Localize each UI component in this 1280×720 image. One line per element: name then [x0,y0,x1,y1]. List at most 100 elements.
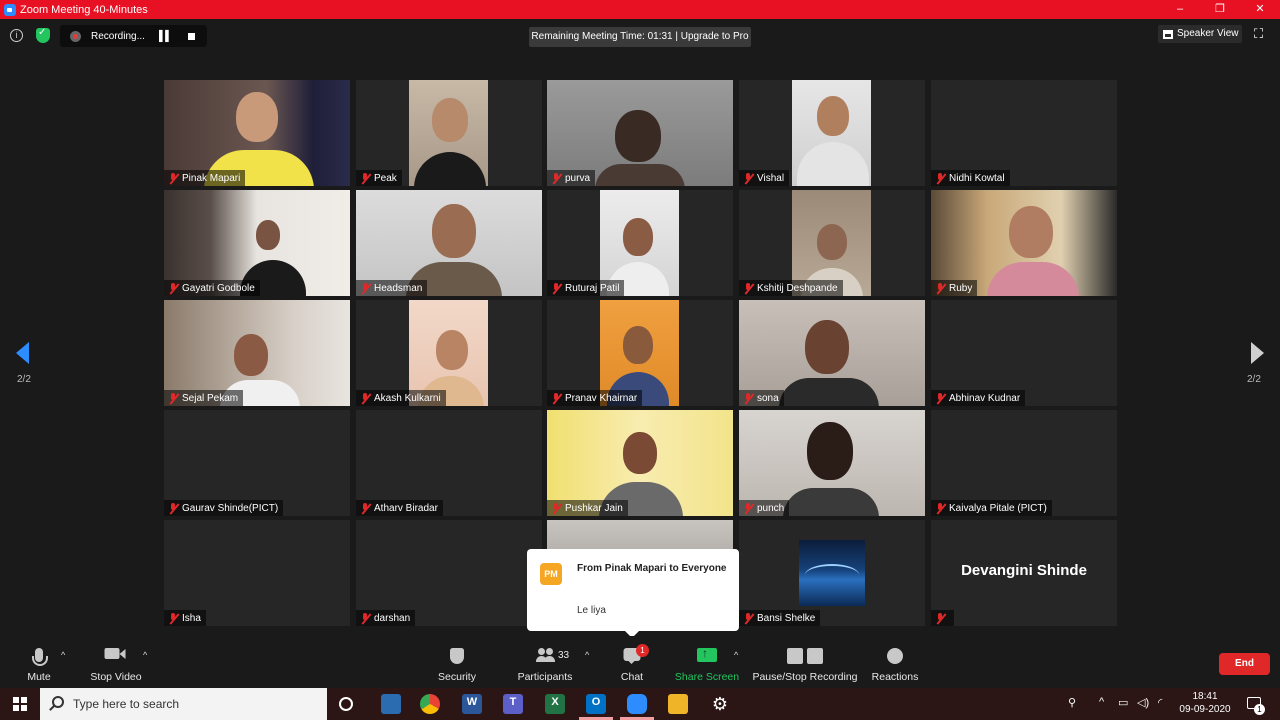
zoom-taskbar-icon[interactable] [627,694,647,714]
battery-icon[interactable]: ▭ [1118,696,1128,709]
previous-page-arrow-icon[interactable] [16,342,29,364]
taskbar-search-input[interactable]: Type here to search [40,688,327,720]
participant-name-tag: Akash Kulkarni [356,390,446,406]
participant-tile[interactable]: Headsman [356,190,542,296]
participant-tile[interactable]: Kaivalya Pitale (PICT) [931,410,1117,516]
minimize-button[interactable]: – [1160,0,1200,19]
tray-chevron-icon[interactable]: ^ [1099,696,1104,708]
stop-recording-button[interactable] [188,32,196,40]
participant-tile[interactable]: Ruturaj Patil [547,190,733,296]
participant-name-tag: sona [739,390,784,406]
security-button[interactable]: Security [432,636,482,688]
participant-tile[interactable]: Ruby [931,190,1117,296]
participant-tile[interactable]: Gayatri Godbole [164,190,350,296]
participant-tile[interactable]: Pinak Mapari [164,80,350,186]
folder-icon[interactable] [668,694,688,714]
participants-icon [536,648,556,662]
meeting-topbar: i Recording... ▌▌ Remaining Meeting Time… [0,19,1280,53]
participant-tile[interactable]: sona [739,300,925,406]
people-icon[interactable]: ⚲ [1068,696,1076,709]
share-screen-button[interactable]: Share Screen [674,636,740,688]
encryption-shield-icon[interactable] [36,27,50,43]
next-page-arrow-icon[interactable] [1251,342,1264,364]
participants-options-chevron-icon[interactable]: ^ [585,650,589,660]
mic-muted-icon [935,502,946,514]
windows-start-icon[interactable] [13,697,27,711]
mic-muted-icon [935,282,946,294]
participant-tile[interactable]: Pranav Khairnar [547,300,733,406]
video-options-chevron-icon[interactable]: ^ [143,650,147,660]
participant-tile[interactable]: darshan [356,520,542,626]
participant-name-tag: Bansi Shelke [739,610,821,626]
participant-tile[interactable]: Atharv Biradar [356,410,542,516]
teams-icon[interactable]: T [503,694,523,714]
outlook-icon[interactable]: O [586,694,606,714]
settings-gear-icon[interactable]: ⚙ [710,694,730,714]
participant-tile[interactable]: Peak [356,80,542,186]
microphone-icon [32,648,48,666]
pause-stop-recording-button[interactable]: Pause/Stop Recording [752,636,858,688]
participant-tile[interactable]: punch [739,410,925,516]
participants-button[interactable]: 33 Participants [514,636,576,688]
stop-video-button[interactable]: Stop Video [84,636,148,688]
mic-muted-icon [168,392,179,404]
participant-tile[interactable]: Vishal [739,80,925,186]
windows-taskbar: Type here to search W T X O ⚙ ⚲ ^ ▭ ◁) ◜… [0,688,1280,720]
cortana-icon[interactable] [339,697,353,711]
mute-button[interactable]: Mute [18,636,60,688]
mic-muted-icon [551,392,562,404]
recording-indicator: Recording... ▌▌ [60,25,207,47]
recording-label: Recording... [91,30,145,42]
window-titlebar: Zoom Meeting 40-Minutes – ❐ ✕ [0,0,1280,19]
speaker-view-button[interactable]: Speaker View [1158,25,1242,43]
participant-name-tag: Kaivalya Pitale (PICT) [931,500,1052,516]
close-button[interactable]: ✕ [1240,0,1280,19]
end-meeting-button[interactable]: End [1219,653,1270,675]
audio-options-chevron-icon[interactable]: ^ [61,650,65,660]
volume-icon[interactable]: ◁) [1137,696,1149,709]
file-explorer-pen-icon[interactable] [381,694,401,714]
share-options-chevron-icon[interactable]: ^ [734,650,738,660]
participant-name-tag: Peak [356,170,402,186]
taskbar-clock[interactable]: 18:41 09-09-2020 [1178,690,1232,716]
clock-date: 09-09-2020 [1179,704,1231,715]
mic-muted-icon [743,282,754,294]
participant-tile[interactable]: Nidhi Kowtal [931,80,1117,186]
speaker-view-label: Speaker View [1177,28,1239,39]
recording-dot-icon [70,30,81,42]
participant-name-tag: Pushkar Jain [547,500,628,516]
excel-icon[interactable]: X [545,694,565,714]
participant-tile[interactable]: Isha [164,520,350,626]
participant-name-tag: Ruby [931,280,978,296]
pause-recording-button[interactable]: ▌▌ [159,31,172,42]
participant-tile[interactable]: Devangini Shinde [931,520,1117,626]
chat-notification-popup[interactable]: PM From Pinak Mapari to Everyone Le liya [527,549,739,638]
participants-count: 33 [558,650,570,661]
participant-tile[interactable]: Bansi Shelke [739,520,925,626]
reactions-button[interactable]: Reactions [870,636,920,688]
participant-tile[interactable]: Kshitij Deshpande [739,190,925,296]
mic-muted-icon [168,502,179,514]
mic-muted-icon [360,502,371,514]
maximize-button[interactable]: ❐ [1200,0,1240,19]
participant-tile-active-speaker[interactable]: Pushkar Jain [547,410,733,516]
participant-tile[interactable]: Sejal Pekam [164,300,350,406]
mic-muted-icon [168,172,179,184]
remaining-time-banner[interactable]: Remaining Meeting Time: 01:31 | Upgrade … [529,27,751,47]
participant-tile[interactable]: Abhinav Kudnar [931,300,1117,406]
mic-muted-icon [360,282,371,294]
fullscreen-icon[interactable]: ⛶ [1254,27,1268,41]
wifi-icon[interactable]: ◜ [1158,696,1162,709]
mic-muted-icon [360,172,371,184]
shield-icon [450,648,464,664]
participant-tile[interactable]: purva [547,80,733,186]
mic-muted-icon [168,612,179,624]
participant-name-tag: Headsman [356,280,428,296]
participant-tile[interactable]: Akash Kulkarni [356,300,542,406]
participant-tile[interactable]: Gaurav Shinde(PICT) [164,410,350,516]
chrome-icon[interactable] [420,694,440,714]
chat-message: Le liya [577,605,606,616]
word-icon[interactable]: W [462,694,482,714]
participant-name-tag: Abhinav Kudnar [931,390,1026,406]
meeting-info-icon[interactable]: i [10,29,23,42]
